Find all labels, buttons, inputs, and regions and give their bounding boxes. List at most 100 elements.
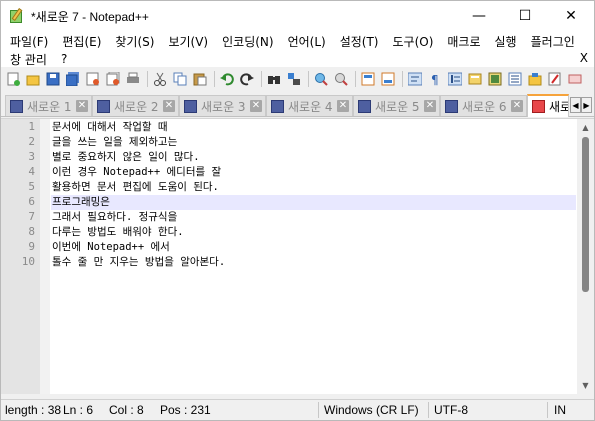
function-list-icon[interactable] — [506, 70, 524, 88]
sync-h-icon[interactable] — [379, 70, 397, 88]
toolbar-separator — [308, 71, 309, 87]
tab-new-7[interactable]: 새로운 7 — [527, 94, 569, 117]
folder-workspace-icon[interactable] — [526, 70, 544, 88]
scroll-up-icon[interactable]: ▲ — [577, 119, 594, 136]
unsaved-file-icon — [532, 100, 545, 113]
tab-label: 새로운 5 — [375, 99, 420, 114]
line-number: 6 — [28, 195, 35, 208]
zoom-in-icon[interactable] — [312, 70, 330, 88]
toolbar-separator — [402, 71, 403, 87]
record-macro-icon[interactable] — [566, 70, 584, 88]
menu-file[interactable]: 파일(F) — [3, 33, 55, 50]
copy-icon[interactable] — [171, 70, 189, 88]
open-file-icon[interactable] — [24, 70, 42, 88]
tab-label: 새로운 2 — [114, 99, 159, 114]
menu-run[interactable]: 실행 — [488, 33, 524, 50]
word-wrap-icon[interactable] — [406, 70, 424, 88]
menu-encoding[interactable]: 인코딩(N) — [215, 33, 280, 50]
monitor-icon[interactable] — [546, 70, 564, 88]
title-bar: *새로운 7 - Notepad++ — ☐ ✕ — [1, 1, 594, 31]
cut-icon[interactable] — [151, 70, 169, 88]
tab-close-icon[interactable]: ✕ — [76, 100, 88, 112]
menu-search[interactable]: 찾기(S) — [108, 33, 161, 50]
menu-tools[interactable]: 도구(O) — [386, 33, 441, 50]
menu-row-2: 창 관리 ? X — [1, 51, 594, 67]
saved-file-icon — [97, 99, 110, 113]
status-eol: Windows (CR LF) — [324, 403, 419, 417]
menu-view[interactable]: 보기(V) — [161, 33, 215, 50]
menu-row-1: 파일(F) 편집(E) 찾기(S) 보기(V) 인코딩(N) 언어(L) 설정(… — [1, 31, 594, 51]
close-window-button[interactable]: ✕ — [548, 1, 594, 31]
status-line: Ln : 6 — [63, 403, 94, 417]
new-file-icon[interactable] — [4, 70, 22, 88]
vertical-scrollbar[interactable]: ▲ ▼ — [577, 119, 594, 394]
editor-area[interactable]: 문서에 대해서 작업할 때 글을 쓰는 일을 제외하고는 별로 중요하지 않은 … — [1, 118, 594, 394]
save-icon[interactable] — [44, 70, 62, 88]
show-all-chars-icon[interactable]: ¶ — [426, 70, 444, 88]
tab-close-icon[interactable]: ✕ — [424, 100, 436, 112]
menu-language[interactable]: 언어(L) — [281, 33, 333, 50]
text-line-4[interactable]: 이런 경우 Notepad++ 에디터를 잘 — [51, 165, 576, 180]
text-line-2[interactable]: 글을 쓰는 일을 제외하고는 — [51, 135, 576, 150]
menu-edit[interactable]: 편집(E) — [55, 33, 108, 50]
status-position: Pos : 231 — [160, 403, 211, 417]
indent-guide-icon[interactable] — [446, 70, 464, 88]
line-number: 4 — [28, 165, 35, 178]
text-line-8[interactable]: 다루는 방법도 배워야 한다. — [51, 225, 576, 240]
text-line-7[interactable]: 그래서 필요하다. 정규식을 — [51, 210, 576, 225]
tab-new-1[interactable]: 새로운 1 ✕ — [5, 95, 92, 116]
tab-scroll-right-icon[interactable]: ▶ — [581, 97, 592, 113]
paste-icon[interactable] — [191, 70, 209, 88]
close-icon[interactable] — [84, 70, 102, 88]
undo-icon[interactable] — [218, 70, 236, 88]
line-number: 9 — [28, 240, 35, 253]
text-line-10[interactable]: 톨수 줄 만 지우는 방법을 알아본다. — [51, 255, 576, 270]
menu-help[interactable]: ? — [54, 52, 74, 66]
save-all-icon[interactable] — [64, 70, 82, 88]
menu-window[interactable]: 창 관리 — [3, 51, 54, 68]
menu-macro[interactable]: 매크로 — [440, 33, 487, 50]
menu-plugins[interactable]: 플러그인 — [524, 33, 582, 50]
toolbar: ¶ — [1, 67, 594, 91]
redo-icon[interactable] — [238, 70, 256, 88]
doc-map-icon[interactable] — [486, 70, 504, 88]
notepad-app-icon — [9, 8, 25, 24]
tab-close-icon[interactable]: ✕ — [511, 100, 523, 112]
scrollbar-thumb[interactable] — [582, 137, 589, 292]
tab-close-icon[interactable]: ✕ — [163, 100, 175, 112]
sync-v-icon[interactable] — [359, 70, 377, 88]
tab-close-icon[interactable]: ✕ — [250, 100, 262, 112]
status-separator — [547, 402, 548, 418]
toolbar-separator — [147, 71, 148, 87]
text-line-5[interactable]: 활용하면 문서 편집에 도움이 된다. — [51, 180, 576, 195]
close-document-button[interactable]: X — [580, 51, 588, 65]
scroll-down-icon[interactable]: ▼ — [577, 377, 594, 394]
maximize-button[interactable]: ☐ — [502, 1, 548, 31]
udl-icon[interactable] — [466, 70, 484, 88]
text-line-1[interactable]: 문서에 대해서 작업할 때 — [51, 120, 576, 135]
tab-label: 새로운 7 — [549, 100, 568, 114]
close-all-icon[interactable] — [104, 70, 122, 88]
tab-new-2[interactable]: 새로운 2 ✕ — [92, 95, 179, 116]
print-icon[interactable] — [124, 70, 142, 88]
tab-new-4[interactable]: 새로운 4 ✕ — [266, 95, 353, 116]
tab-new-5[interactable]: 새로운 5 ✕ — [353, 95, 440, 116]
svg-text:¶: ¶ — [431, 73, 439, 86]
toolbar-separator — [214, 71, 215, 87]
find-icon[interactable] — [265, 70, 283, 88]
text-line-3[interactable]: 별로 중요하지 않은 일이 많다. — [51, 150, 576, 165]
line-number: 5 — [28, 180, 35, 193]
tab-scroll-left-icon[interactable]: ◀ — [570, 97, 581, 113]
fold-margin — [39, 119, 50, 394]
text-line-9[interactable]: 이번에 Notepad++ 에서 — [51, 240, 576, 255]
saved-file-icon — [445, 99, 458, 113]
minimize-button[interactable]: — — [456, 1, 502, 31]
notepad-window: *새로운 7 - Notepad++ — ☐ ✕ 파일(F) 편집(E) 찾기(… — [0, 0, 595, 421]
text-line-6-current[interactable]: 프로그래밍은 — [51, 195, 576, 210]
menu-settings[interactable]: 설정(T) — [333, 33, 386, 50]
tab-new-3[interactable]: 새로운 3 ✕ — [179, 95, 266, 116]
tab-new-6[interactable]: 새로운 6 ✕ — [440, 95, 527, 116]
replace-icon[interactable] — [285, 70, 303, 88]
zoom-out-icon[interactable] — [332, 70, 350, 88]
tab-close-icon[interactable]: ✕ — [337, 100, 349, 112]
